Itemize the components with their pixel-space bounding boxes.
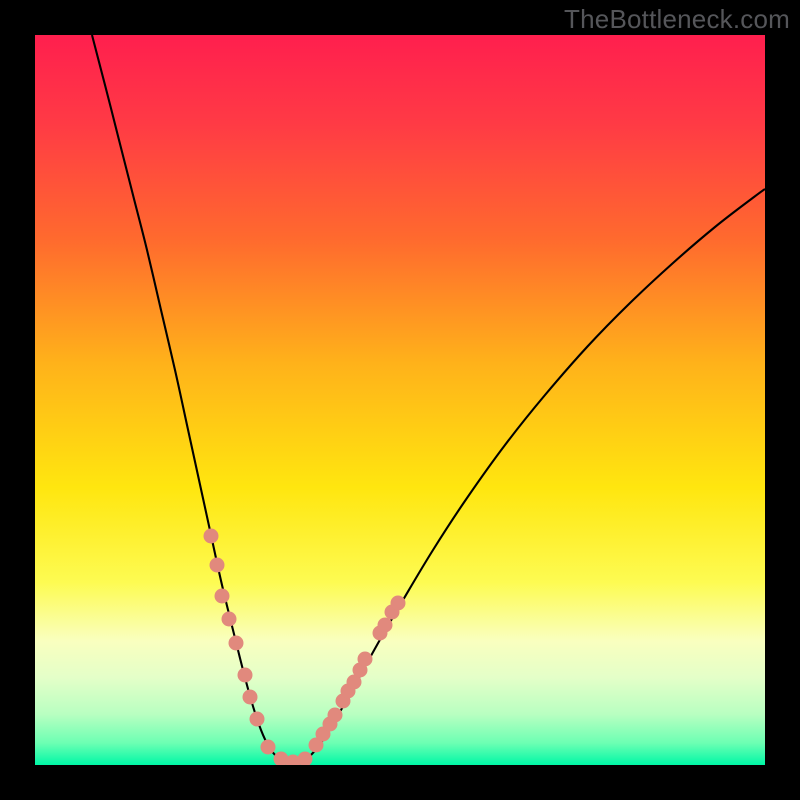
data-dot bbox=[250, 712, 265, 727]
data-dot bbox=[261, 740, 276, 755]
gradient-background bbox=[35, 35, 765, 765]
data-dot bbox=[243, 690, 258, 705]
chart-container: TheBottleneck.com bbox=[0, 0, 800, 800]
plot-area bbox=[35, 35, 765, 765]
data-dot bbox=[238, 668, 253, 683]
data-dot bbox=[391, 596, 406, 611]
data-dot bbox=[215, 589, 230, 604]
chart-svg bbox=[35, 35, 765, 765]
data-dot bbox=[328, 708, 343, 723]
data-dot bbox=[222, 612, 237, 627]
watermark-text: TheBottleneck.com bbox=[564, 4, 790, 35]
data-dot bbox=[378, 618, 393, 633]
data-dot bbox=[229, 636, 244, 651]
data-dot bbox=[204, 529, 219, 544]
data-dot bbox=[358, 652, 373, 667]
data-dot bbox=[210, 558, 225, 573]
